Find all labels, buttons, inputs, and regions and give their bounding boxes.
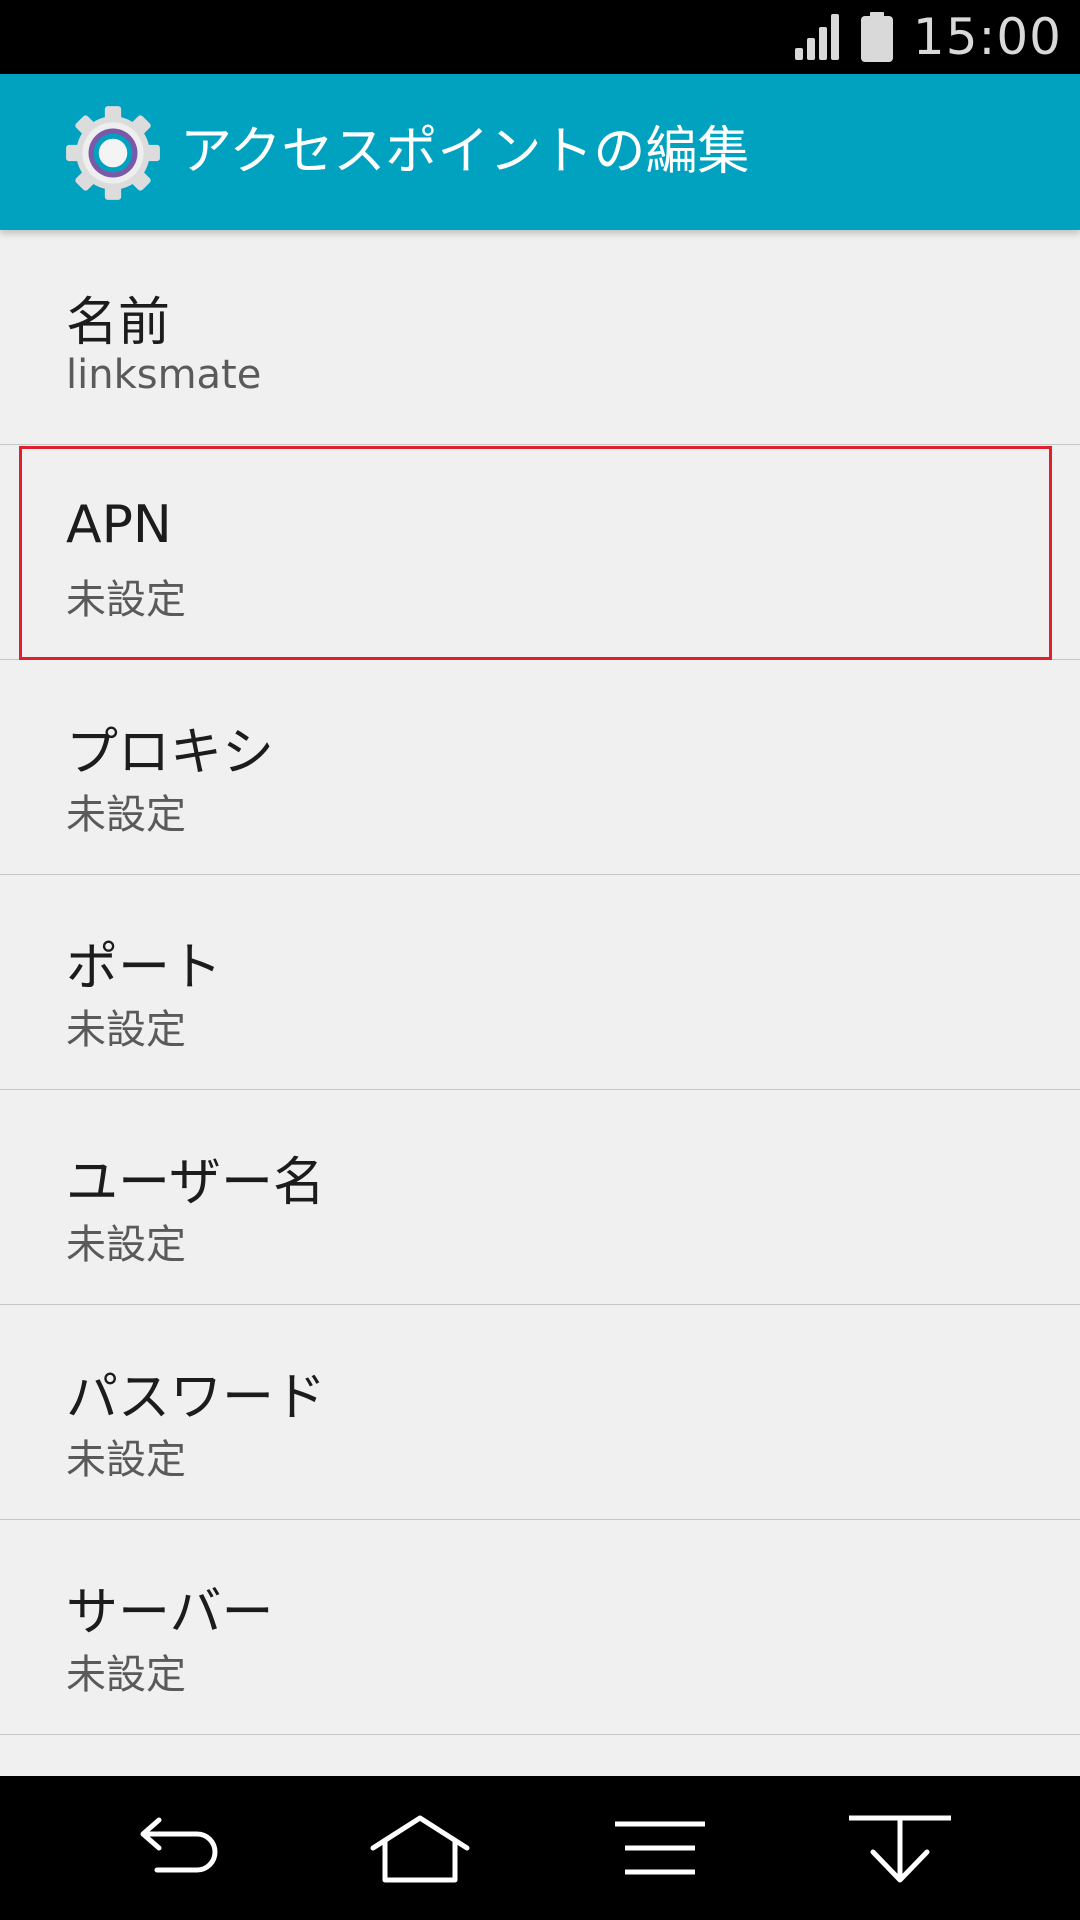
battery-icon <box>860 12 893 62</box>
list-item-summary: 未設定 <box>66 792 186 838</box>
apn-settings-list: 名前 linksmate APN 未設定 プロキシ 未設定 ポート 未設定 ユー… <box>0 230 1080 1776</box>
page-title: アクセスポイントの編集 <box>180 122 750 182</box>
signal-icon <box>794 14 839 60</box>
navigation-bar <box>0 1776 1080 1920</box>
list-item-summary: 未設定 <box>66 577 186 623</box>
list-item-name[interactable]: 名前 linksmate <box>0 230 1080 445</box>
list-item-server[interactable]: サーバー 未設定 <box>0 1520 1080 1735</box>
home-button[interactable] <box>330 1776 510 1920</box>
list-item-port[interactable]: ポート 未設定 <box>0 875 1080 1090</box>
list-item-title: APN <box>66 495 172 555</box>
notification-pull-down-button[interactable] <box>810 1776 990 1920</box>
list-item-summary: 未設定 <box>66 1652 186 1698</box>
list-item-title: サーバー <box>66 1583 274 1643</box>
back-icon <box>140 1817 218 1873</box>
list-item-title: ポート <box>66 938 223 998</box>
list-item-username[interactable]: ユーザー名 未設定 <box>0 1090 1080 1305</box>
status-icons: 15:00 <box>794 0 1062 74</box>
notification-pull-down-icon <box>849 1815 951 1883</box>
status-clock: 15:00 <box>912 8 1062 66</box>
list-item-summary: 未設定 <box>66 1222 186 1268</box>
list-item-summary: linksmate <box>66 352 262 398</box>
list-item-proxy[interactable]: プロキシ 未設定 <box>0 660 1080 875</box>
list-item-title: パスワード <box>66 1368 327 1428</box>
menu-icon <box>615 1821 705 1875</box>
list-item-title: プロキシ <box>66 723 275 783</box>
list-item-summary: 未設定 <box>66 1437 186 1483</box>
list-item-summary: 未設定 <box>66 1007 186 1053</box>
home-icon <box>370 1815 470 1883</box>
list-item-title: 名前 <box>66 293 171 353</box>
screen: 15:00 アクセスポイントの編集 名前 linksmate APN 未設定 プ… <box>0 0 1080 1920</box>
back-button[interactable] <box>84 1776 264 1920</box>
status-bar: 15:00 <box>0 0 1080 74</box>
menu-button[interactable] <box>570 1776 750 1920</box>
action-bar: アクセスポイントの編集 <box>0 74 1080 230</box>
settings-gear-icon[interactable] <box>62 102 164 204</box>
list-item-password[interactable]: パスワード 未設定 <box>0 1305 1080 1520</box>
list-item-title: ユーザー名 <box>66 1153 325 1213</box>
list-item-apn[interactable]: APN 未設定 <box>0 445 1080 660</box>
